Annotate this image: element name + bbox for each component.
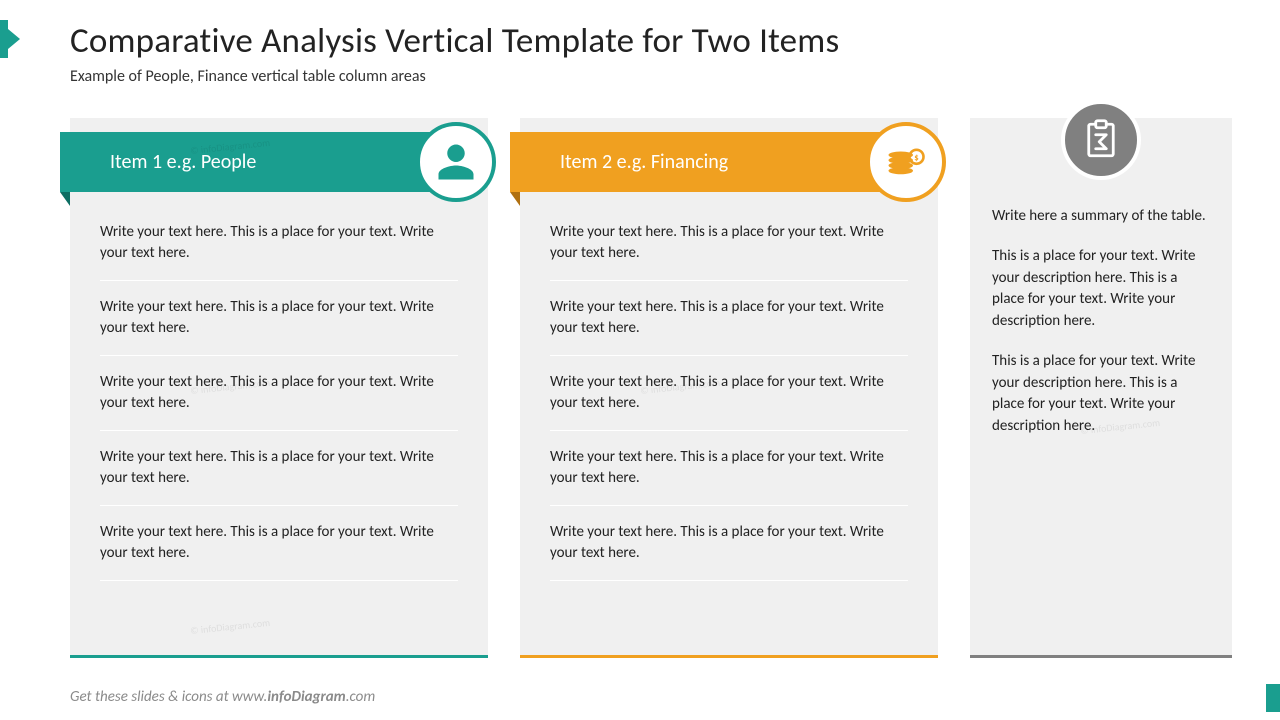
footer-credit: Get these slides & icons at www.infoDiag… xyxy=(70,688,375,706)
page-subtitle: Example of People, Finance vertical tabl… xyxy=(70,67,426,86)
clipboard-sum-icon xyxy=(1061,100,1141,180)
column-people-header: Item 1 e.g. People xyxy=(60,132,430,192)
summary-text: This is a place for your text. Write you… xyxy=(992,351,1210,438)
person-icon xyxy=(416,122,496,202)
page-title: Comparative Analysis Vertical Template f… xyxy=(70,20,839,62)
column-financing: Item 2 e.g. Financing $ Write your text … xyxy=(520,118,938,658)
row: Write your text here. This is a place fo… xyxy=(550,356,908,431)
column-financing-header-label: Item 2 e.g. Financing xyxy=(560,150,728,174)
ribbon-notch xyxy=(510,192,520,206)
column-underline xyxy=(970,655,1232,658)
footer-suffix: .com xyxy=(346,688,375,706)
footer-prefix: Get these slides & icons at www. xyxy=(70,688,267,706)
row: Write your text here. This is a place fo… xyxy=(550,206,908,281)
footer-brand: infoDiagram xyxy=(267,688,345,706)
column-summary: Write here a summary of the table. This … xyxy=(970,118,1232,658)
coins-icon: $ xyxy=(866,122,946,202)
row: Write your text here. This is a place fo… xyxy=(100,506,458,581)
ribbon-notch xyxy=(60,192,70,206)
row: Write your text here. This is a place fo… xyxy=(550,506,908,581)
row: Write your text here. This is a place fo… xyxy=(100,356,458,431)
row: Write your text here. This is a place fo… xyxy=(550,281,908,356)
row: Write your text here. This is a place fo… xyxy=(100,431,458,506)
row: Write your text here. This is a place fo… xyxy=(550,431,908,506)
column-financing-header: Item 2 e.g. Financing xyxy=(510,132,880,192)
column-underline xyxy=(520,655,938,658)
row: Write your text here. This is a place fo… xyxy=(100,281,458,356)
summary-text: Write here a summary of the table. xyxy=(992,206,1210,228)
edge-accent-left xyxy=(0,20,8,58)
edge-accent-right xyxy=(1266,684,1280,712)
column-people-header-label: Item 1 e.g. People xyxy=(110,150,256,174)
svg-text:$: $ xyxy=(914,153,919,163)
summary-text: This is a place for your text. Write you… xyxy=(992,246,1210,333)
column-people: Item 1 e.g. People Write your text here.… xyxy=(70,118,488,658)
row: Write your text here. This is a place fo… xyxy=(100,206,458,281)
columns-container: Item 1 e.g. People Write your text here.… xyxy=(70,118,1232,658)
column-underline xyxy=(70,655,488,658)
